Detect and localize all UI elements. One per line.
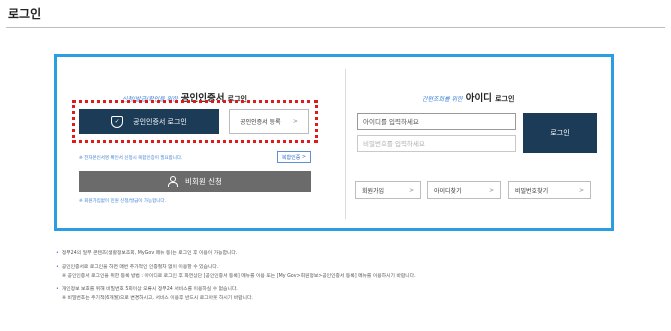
cert-register-button[interactable]: 공인인증서 등록 > <box>229 109 309 134</box>
info-subnote: ※ 공인인증서 로그인을 위한 등록 방법 : 아이디로 로그인 후 화면상단 … <box>62 274 416 279</box>
nonmember-note: ※ 회원가입없이 민원 신청/발급이 가능합니다. <box>79 199 166 204</box>
panel-divider <box>345 69 346 219</box>
person-icon <box>168 176 179 187</box>
nonmember-apply-button[interactable]: 비회원 신청 <box>79 171 311 192</box>
cert-login-label: 공인인증서 로그인 <box>133 117 187 126</box>
info-item: • 정부24의 일부 콘텐츠(생활정보조회, MyGov 메뉴 등)는 로그인 후… <box>56 251 238 256</box>
find-password-label: 비밀번호찾기 <box>515 187 549 195</box>
id-heading-small: 로그인 <box>495 95 515 103</box>
password-input[interactable] <box>357 135 516 152</box>
find-password-button[interactable]: 비밀번호찾기 > <box>508 181 591 199</box>
nonmember-label: 비회원 신청 <box>185 177 222 186</box>
info-text: 개인정보 보호를 위해 비밀번호 5회이상 오류시 정부24 서비스를 이용하실… <box>61 287 238 292</box>
cert-note: ※ 전자본인서명 확인서 신청시 복합인증이 필요합니다. <box>79 156 183 161</box>
page-title: 로그인 <box>8 7 42 21</box>
find-id-button[interactable]: 아이디찾기 > <box>427 181 501 199</box>
joint-auth-button[interactable]: 복합인증 > <box>277 151 311 163</box>
signup-button[interactable]: 회원가입 > <box>355 181 421 199</box>
chevron-right-icon: > <box>292 118 298 125</box>
id-input[interactable] <box>357 113 516 130</box>
find-id-label: 아이디찾기 <box>434 187 462 195</box>
login-box: 신청/발급/확인을 위한 공인인증서 로그인 ✓ 공인인증서 로그인 공인인증서… <box>54 54 614 231</box>
info-subnote: ※ 비밀번호는 주기적(6개월)으로 변경하시고, 서비스 이용후 반드시 로그… <box>62 296 253 301</box>
chevron-right-icon: > <box>488 186 494 194</box>
id-heading-big: 아이디 <box>465 93 492 104</box>
cert-register-label: 공인인증서 등록 <box>240 119 281 126</box>
cert-login-button[interactable]: ✓ 공인인증서 로그인 <box>79 109 219 134</box>
title-divider <box>6 27 665 28</box>
info-text: 공인인증서로 로그인을 하면 매번 추가적인 인증절차 없이 이용할 수 있습니… <box>61 265 219 270</box>
id-login-heading: 간편조회를 위한 아이디 로그인 <box>422 90 514 104</box>
info-item: • 공인인증서로 로그인을 하면 매번 추가적인 인증절차 없이 이용할 수 있습… <box>56 265 219 270</box>
chevron-right-icon: > <box>408 186 414 194</box>
id-login-button[interactable]: 로그인 <box>523 113 597 153</box>
shield-check-icon: ✓ <box>111 115 124 128</box>
chevron-right-icon: > <box>300 154 307 160</box>
joint-auth-label: 복합인증 <box>281 154 301 161</box>
chevron-right-icon: > <box>578 186 584 194</box>
info-item: • 개인정보 보호를 위해 비밀번호 5회이상 오류시 정부24 서비스를 이용하… <box>56 287 238 292</box>
info-text: 정부24의 일부 콘텐츠(생활정보조회, MyGov 메뉴 등)는 로그인 후 … <box>61 251 238 256</box>
id-heading-em: 간편조회를 위한 <box>422 96 463 103</box>
signup-label: 회원가입 <box>362 187 385 195</box>
